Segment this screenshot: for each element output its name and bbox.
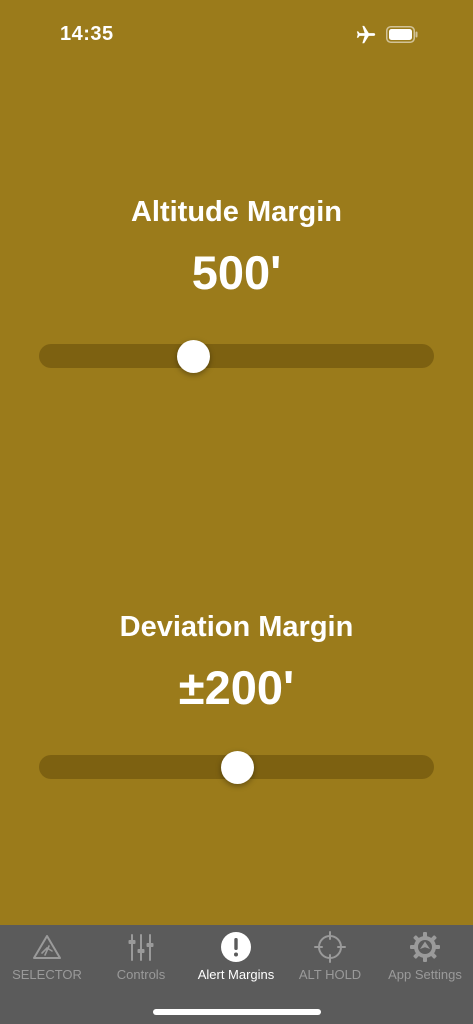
tab-label: SELECTOR <box>12 967 82 982</box>
tab-alert-margins[interactable]: Alert Margins <box>189 925 283 985</box>
status-time: 14:35 <box>60 23 114 45</box>
altitude-margin-value: 500' <box>191 246 282 299</box>
tab-label: Controls <box>116 967 166 982</box>
deviation-margin-title: Deviation Margin <box>119 611 354 643</box>
status-bar: 14:35 <box>0 0 473 70</box>
battery-icon <box>386 26 418 43</box>
altitude-margin-title: Altitude Margin <box>130 196 343 228</box>
tab-selector[interactable]: SELECTOR <box>0 925 94 985</box>
crosshair-icon <box>314 931 346 963</box>
tab-label: Alert Margins <box>197 967 275 982</box>
exclamation-icon <box>221 932 251 962</box>
deviation-margin-value: ±200' <box>178 661 295 714</box>
altitude-slider-thumb[interactable] <box>177 340 211 373</box>
sliders-icon <box>128 934 154 961</box>
tab-alt-hold[interactable]: ALT HOLD <box>283 925 377 985</box>
tab-label: App Settings <box>388 967 462 982</box>
deviation-margin-slider[interactable] <box>39 751 434 784</box>
tab-controls[interactable]: Controls <box>94 925 188 985</box>
selector-triangle-icon <box>33 935 61 959</box>
home-indicator <box>153 1009 321 1015</box>
deviation-slider-thumb[interactable] <box>220 751 254 784</box>
tab-app-settings[interactable]: App Settings <box>378 925 472 985</box>
altitude-margin-slider[interactable] <box>39 340 434 373</box>
tab-label: ALT HOLD <box>298 967 362 982</box>
airplane-icon <box>356 25 376 44</box>
gear-icon <box>410 932 440 962</box>
